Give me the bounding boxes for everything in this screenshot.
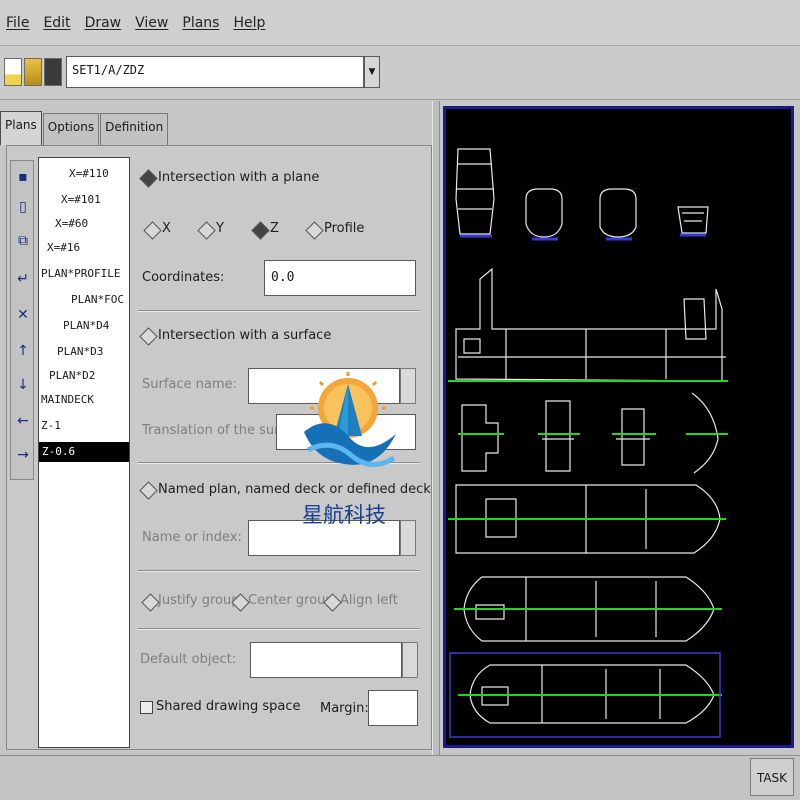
margin-label: Margin: [320,701,369,716]
plan-item-selected[interactable]: Z-0.6 [39,442,129,462]
logo-text: 星航科技 [302,503,386,527]
plane-label: Intersection with a plane [158,170,320,185]
move-down-icon[interactable]: ↓ [14,375,32,395]
surface-label: Intersection with a surface [158,328,332,343]
ship-drawing [448,148,728,738]
menu-edit[interactable]: Edit [43,15,70,31]
surface-name-label: Surface name: [142,377,237,392]
name-index-label: Name or index: [142,530,242,545]
coordinates-label: Coordinates: [142,270,225,285]
align-left-label: Align left [340,593,398,608]
return-icon[interactable]: ↵ [14,269,32,289]
plan-item[interactable]: PLAN*D4 [63,316,109,336]
tab-definition[interactable]: Definition [100,113,169,145]
menu-plans[interactable]: Plans [182,15,219,31]
default-object-field[interactable] [250,642,402,678]
menu-help[interactable]: Help [233,15,265,31]
plan-item[interactable]: PLAN*FOC [71,290,124,310]
delete-icon[interactable]: ✕ [14,305,32,325]
new-plan-icon[interactable]: ▯ [14,197,32,217]
watermark-logo: 星航科技 [302,372,396,527]
center-group-label: Center group [248,593,334,608]
margin-field[interactable] [368,690,418,726]
save-disk-icon[interactable] [44,58,62,86]
status-bar [0,755,800,800]
menu-draw[interactable]: Draw [85,15,122,31]
menu-bar: File Edit Draw View Plans Help [0,0,800,46]
tab-strip: Plans Options Definition [0,111,169,145]
side-toolbar: ▪ ▯ ⧉ ↵ ✕ ↑ ↓ ← → [10,160,34,480]
axis-profile-label: Profile [324,221,365,236]
new-file-icon[interactable] [4,58,22,86]
move-left-icon[interactable]: ← [14,411,32,431]
tab-plans[interactable]: Plans [0,111,42,145]
axis-y-label: Y [216,221,224,236]
move-right-icon[interactable]: → [14,445,32,465]
plan-item[interactable]: X=#16 [47,238,80,258]
chevron-down-icon[interactable]: ▼ [364,56,380,88]
plans-list[interactable]: X=#110 X=#101 X=#60 X=#16 PLAN*PROFILE P… [38,157,130,748]
plan-item[interactable]: X=#110 [69,164,109,184]
pane-splitter[interactable] [432,101,440,755]
plan-item[interactable]: Z-1 [41,416,61,436]
plan-item[interactable]: PLAN*PROFILE [41,264,120,284]
plan-item[interactable]: X=#60 [55,214,88,234]
default-object-label: Default object: [140,652,237,667]
axis-x-label: X [162,221,171,236]
menu-file[interactable]: File [6,15,29,31]
justify-group-label: Justify group [158,593,240,608]
menu-view[interactable]: View [135,15,168,31]
open-folder-icon[interactable] [24,58,42,86]
shared-drawing-label: Shared drawing space [156,699,301,714]
divider [138,310,420,312]
plan-item[interactable]: PLAN*D2 [49,366,95,386]
shared-drawing-checkbox[interactable] [140,701,153,714]
drawing-canvas[interactable] [443,106,794,748]
path-combo-input[interactable]: SET1/A/ZDZ [66,56,364,88]
copy-plan-icon[interactable]: ⧉ [14,231,32,251]
divider [138,628,420,630]
divider [138,570,420,572]
tab-options[interactable]: Options [42,113,100,145]
move-up-icon[interactable]: ↑ [14,341,32,361]
plan-item[interactable]: X=#101 [61,190,101,210]
plan-item[interactable]: MAINDECK [41,390,94,410]
select-icon[interactable]: ▪ [14,167,32,187]
task-button[interactable]: TASK [750,758,794,796]
plan-item[interactable]: PLAN*D3 [57,342,103,362]
axis-z-label: Z [270,221,279,236]
coordinates-field[interactable]: 0.0 [264,260,416,296]
default-object-dropdown[interactable] [402,642,418,678]
